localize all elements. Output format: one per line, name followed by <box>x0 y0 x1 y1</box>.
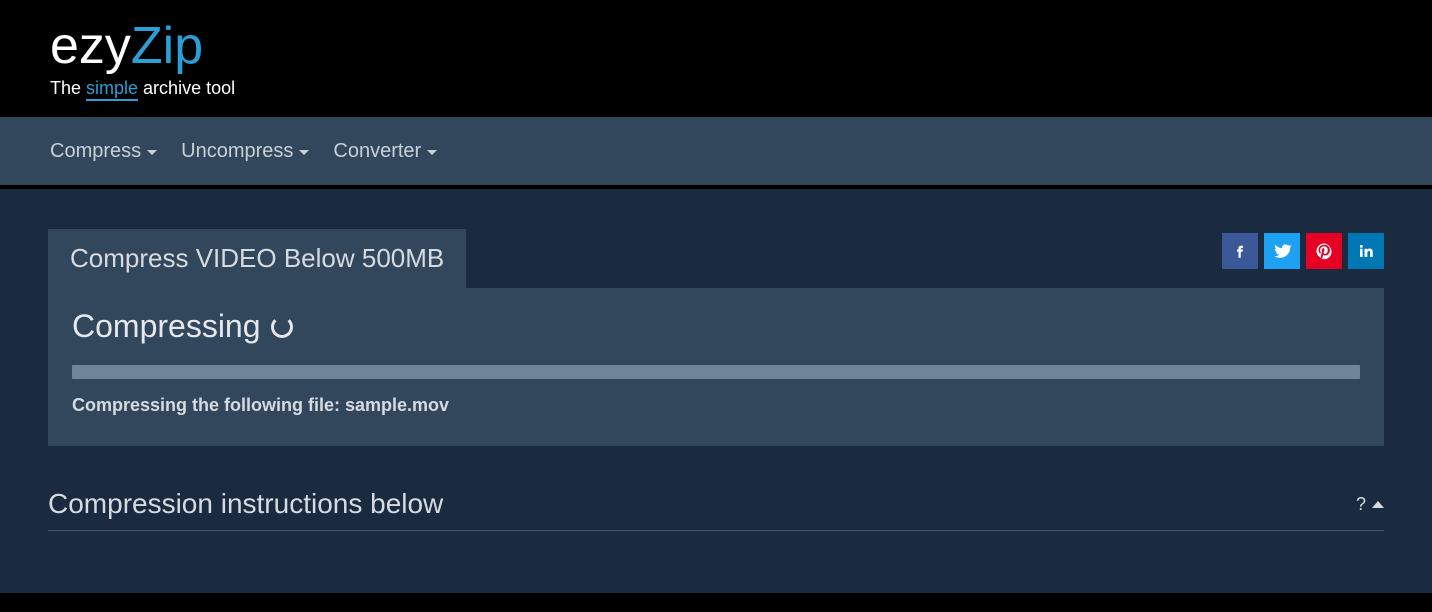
instructions-toggle[interactable]: ? <box>1356 494 1384 515</box>
nav-compress-label: Compress <box>50 140 141 163</box>
spinner-icon <box>271 316 293 338</box>
facebook-share-button[interactable] <box>1222 233 1258 269</box>
chevron-down-icon <box>299 150 309 155</box>
chevron-down-icon <box>427 150 437 155</box>
tagline: The simple archive tool <box>50 78 1432 99</box>
logo-text-ezy: ezy <box>50 17 131 75</box>
progress-bar <box>72 365 1360 379</box>
nav-converter[interactable]: Converter <box>333 140 437 163</box>
nav-compress[interactable]: Compress <box>50 140 157 163</box>
chevron-up-icon <box>1372 501 1384 508</box>
site-header: ezyZip The simple archive tool <box>0 0 1432 117</box>
twitter-share-button[interactable] <box>1264 233 1300 269</box>
top-row: Compress VIDEO Below 500MB <box>48 189 1384 288</box>
linkedin-icon <box>1357 242 1375 260</box>
compression-title-text: Compressing <box>72 308 261 345</box>
logo[interactable]: ezyZip <box>50 20 1432 72</box>
content-area: Compress VIDEO Below 500MB Compressing C… <box>0 189 1432 593</box>
twitter-icon <box>1272 241 1292 261</box>
help-icon: ? <box>1356 494 1366 515</box>
facebook-icon <box>1231 242 1249 260</box>
compression-status-text: Compressing the following file: sample.m… <box>72 395 1360 416</box>
instructions-title: Compression instructions below <box>48 488 443 520</box>
compression-status-title: Compressing <box>72 308 1360 345</box>
nav-uncompress[interactable]: Uncompress <box>181 140 309 163</box>
tagline-simple: simple <box>86 78 138 101</box>
tagline-post: archive tool <box>138 78 235 98</box>
tagline-pre: The <box>50 78 86 98</box>
nav-uncompress-label: Uncompress <box>181 140 293 163</box>
instructions-header: Compression instructions below ? <box>48 488 1384 531</box>
nav-converter-label: Converter <box>333 140 421 163</box>
compression-card: Compressing Compressing the following fi… <box>48 288 1384 446</box>
pinterest-icon <box>1315 242 1333 260</box>
main-nav: Compress Uncompress Converter <box>0 117 1432 185</box>
chevron-down-icon <box>147 150 157 155</box>
pinterest-share-button[interactable] <box>1306 233 1342 269</box>
page-tab: Compress VIDEO Below 500MB <box>48 229 466 288</box>
linkedin-share-button[interactable] <box>1348 233 1384 269</box>
logo-text-zip: Zip <box>131 17 203 75</box>
page-tab-label: Compress VIDEO Below 500MB <box>70 243 444 273</box>
social-share-row <box>1222 229 1384 269</box>
